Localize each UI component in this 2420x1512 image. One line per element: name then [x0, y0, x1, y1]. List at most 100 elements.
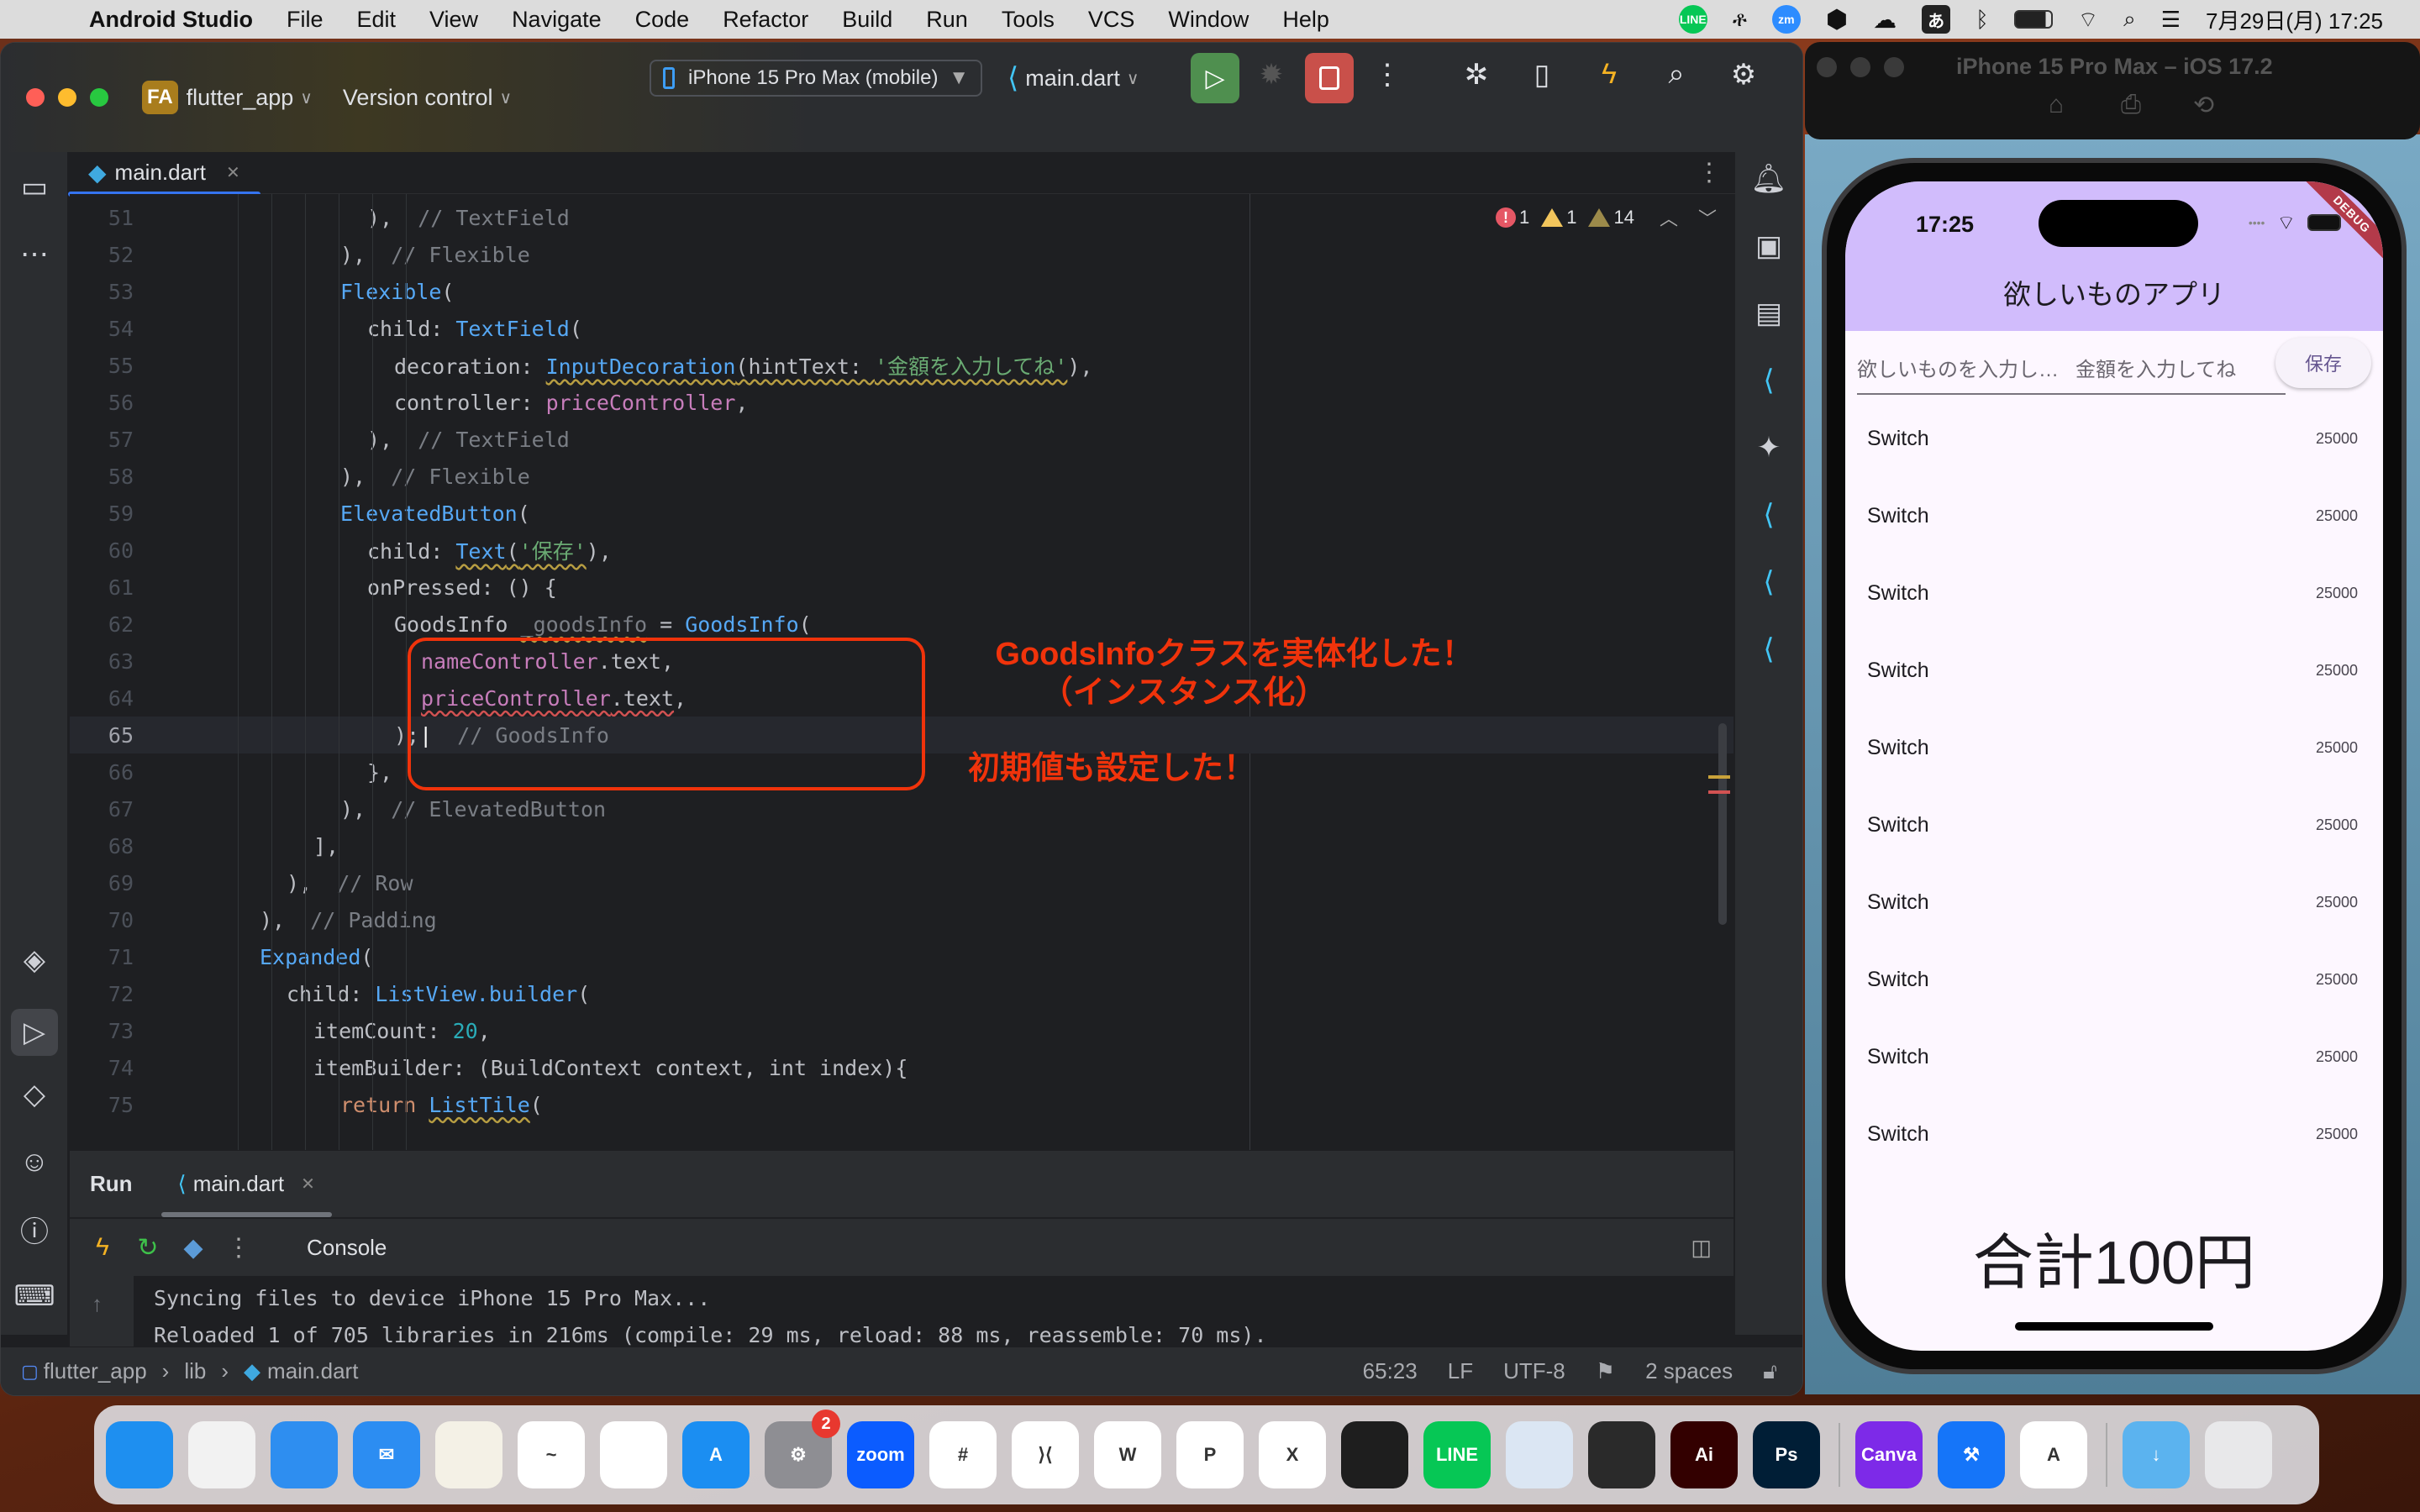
- search-icon[interactable]: ⌕: [2123, 6, 2136, 33]
- more-tools-icon[interactable]: ⋯: [16, 236, 53, 273]
- settings-button[interactable]: ⚙: [1725, 58, 1762, 92]
- goods-list[interactable]: Switch 25000 Switch 25000 Switch 25000 Switch 2…: [1845, 181, 2383, 1181]
- menu-edit[interactable]: Edit: [356, 7, 396, 33]
- list-item[interactable]: Switch25000: [1845, 867, 2383, 937]
- sim-minimize-button[interactable]: [1850, 57, 1870, 77]
- code-line[interactable]: 67), // ElevatedButton: [70, 790, 1733, 827]
- home-icon[interactable]: ⌂: [2049, 91, 2064, 119]
- next-highlight-icon[interactable]: ﹀: [1698, 204, 1717, 231]
- rotate-icon[interactable]: ⟲: [2193, 91, 2214, 120]
- weak-warning-count[interactable]: 14: [1588, 207, 1634, 228]
- code-line[interactable]: 52), // Flexible: [70, 236, 1733, 273]
- dock-vscode-icon[interactable]: ⟩⟨: [1012, 1421, 1079, 1488]
- breadcrumb-lib[interactable]: lib: [184, 1358, 206, 1384]
- code-line[interactable]: 58), // Flexible: [70, 458, 1733, 495]
- dock-android-studio-icon[interactable]: A: [2020, 1421, 2087, 1488]
- battery-icon[interactable]: [2013, 10, 2053, 29]
- gem-icon[interactable]: ◇: [16, 1076, 53, 1113]
- flutter-inspector-icon[interactable]: ◈: [16, 942, 53, 979]
- warning-marker[interactable]: [1708, 775, 1730, 779]
- line-icon[interactable]: LINE: [1678, 5, 1707, 34]
- close-window-button[interactable]: [26, 88, 45, 107]
- console-tab[interactable]: Console: [307, 1235, 387, 1261]
- indent-setting[interactable]: 2 spaces: [1645, 1358, 1733, 1384]
- inspections-icon[interactable]: ⚑: [1596, 1358, 1615, 1384]
- list-item[interactable]: Switch25000: [1845, 1176, 2383, 1181]
- menu-file[interactable]: File: [287, 7, 324, 33]
- sim-zoom-button[interactable]: [1884, 57, 1904, 77]
- dock-powerpoint-icon[interactable]: P: [1176, 1421, 1244, 1488]
- device-selector[interactable]: iPhone 15 Pro Max (mobile) ▼: [650, 60, 982, 97]
- minimize-window-button[interactable]: [58, 88, 76, 107]
- code-line[interactable]: 70), // Padding: [70, 901, 1733, 938]
- zoom-icon[interactable]: zm: [1771, 5, 1801, 34]
- dock-canva-icon[interactable]: Canva: [1855, 1421, 1923, 1488]
- code-line[interactable]: 59 ElevatedButton(: [70, 495, 1733, 532]
- list-item[interactable]: Switch25000: [1845, 1099, 2383, 1169]
- menu-vcs[interactable]: VCS: [1088, 7, 1135, 33]
- more-actions-button[interactable]: ⋮: [1369, 58, 1406, 92]
- flutter-devtools-icon[interactable]: ⟨: [1750, 631, 1787, 668]
- control-center-icon[interactable]: ☰: [2161, 7, 2181, 33]
- version-control-menu[interactable]: Version control: [343, 85, 493, 111]
- debug-button[interactable]: ✹: [1253, 58, 1290, 92]
- dock-finder-icon[interactable]: [106, 1421, 173, 1488]
- gemini-sparkle-icon[interactable]: ✦: [1750, 429, 1787, 466]
- dock-trash-icon[interactable]: [2205, 1421, 2272, 1488]
- previous-highlight-icon[interactable]: ︿: [1660, 204, 1678, 231]
- error-count[interactable]: ! 1: [1495, 207, 1529, 228]
- menu-help[interactable]: Help: [1282, 7, 1329, 33]
- dock-app-store-icon[interactable]: A: [682, 1421, 750, 1488]
- code-line[interactable]: 56 controller: priceController,: [70, 384, 1733, 421]
- list-item[interactable]: Switch25000: [1845, 480, 2383, 551]
- code-line[interactable]: 71 Expanded(: [70, 938, 1733, 975]
- tab-main-dart[interactable]: ◆ main.dart ✕: [68, 152, 260, 197]
- scroll-up-icon[interactable]: ↑: [92, 1291, 103, 1317]
- input-method-icon[interactable]: あ: [1922, 5, 1951, 34]
- dock-launchpad-icon[interactable]: [188, 1421, 255, 1488]
- editor-scrollbar[interactable]: [1718, 723, 1727, 925]
- screenshot-icon[interactable]: ⎙: [2121, 91, 2141, 119]
- running-devices-icon[interactable]: ▣: [1750, 228, 1787, 265]
- menu-window[interactable]: Window: [1168, 7, 1249, 33]
- menu-view[interactable]: View: [429, 7, 478, 33]
- dock-word-icon[interactable]: W: [1094, 1421, 1161, 1488]
- code-line[interactable]: 55 decoration: InputDecoration(hintText: …: [70, 347, 1733, 384]
- problems-icon[interactable]: ⓘ: [16, 1210, 53, 1248]
- list-item[interactable]: Switch25000: [1845, 403, 2383, 474]
- menu-build[interactable]: Build: [842, 7, 892, 33]
- list-item[interactable]: Switch25000: [1845, 712, 2383, 783]
- code-editor[interactable]: 51), // TextField 52), // Flexible 53 Flexi…: [70, 194, 1733, 1150]
- dart-devtools-icon[interactable]: ◆: [181, 1233, 206, 1263]
- list-item[interactable]: Switch25000: [1845, 635, 2383, 706]
- code-line[interactable]: 73 itemCount: 20,: [70, 1012, 1733, 1049]
- search-everywhere-button[interactable]: ⌕: [1658, 58, 1695, 91]
- run-tool-icon[interactable]: ▷: [11, 1009, 58, 1056]
- hot-reload-icon[interactable]: ϟ: [90, 1233, 115, 1262]
- line-separator[interactable]: LF: [1448, 1358, 1473, 1384]
- breadcrumb-file[interactable]: main.dart: [267, 1358, 358, 1384]
- run-config-selector[interactable]: ⟨ main.dart ∨: [1007, 61, 1139, 95]
- tab-options-icon[interactable]: ⋮: [1697, 158, 1722, 187]
- dock-illustrator-icon[interactable]: Ai: [1670, 1421, 1738, 1488]
- inspection-widget[interactable]: ! 1 1 14 ︿ ﹀: [1495, 204, 1717, 231]
- project-folder-icon[interactable]: ▭: [16, 169, 53, 206]
- menu-tools[interactable]: Tools: [1002, 7, 1055, 33]
- creative-cloud-icon[interactable]: ☁: [1873, 6, 1897, 34]
- dock-figma-icon[interactable]: [1341, 1421, 1408, 1488]
- list-item[interactable]: Switch25000: [1845, 558, 2383, 628]
- run-tab-main-dart[interactable]: ⟨ main.dart ✕: [160, 1151, 333, 1217]
- pcloud-icon[interactable]: ⬢: [1826, 5, 1848, 34]
- attach-debugger-button[interactable]: ✲: [1458, 58, 1495, 92]
- dock-mail-icon[interactable]: ✉: [353, 1421, 420, 1488]
- app-menu[interactable]: Android Studio: [89, 7, 253, 33]
- dock-chrome-icon[interactable]: [600, 1421, 667, 1488]
- more-run-options-icon[interactable]: ⋮: [226, 1233, 251, 1263]
- code-line[interactable]: 51), // TextField: [70, 199, 1733, 236]
- breadcrumb-project[interactable]: flutter_app: [44, 1358, 147, 1384]
- terminal-icon[interactable]: ⌨: [13, 1278, 55, 1315]
- dock-zoom-icon[interactable]: zoom: [847, 1421, 914, 1488]
- dock-notes-icon[interactable]: [435, 1421, 502, 1488]
- code-line[interactable]: 69), // Row: [70, 864, 1733, 901]
- list-item[interactable]: Switch25000: [1845, 944, 2383, 1015]
